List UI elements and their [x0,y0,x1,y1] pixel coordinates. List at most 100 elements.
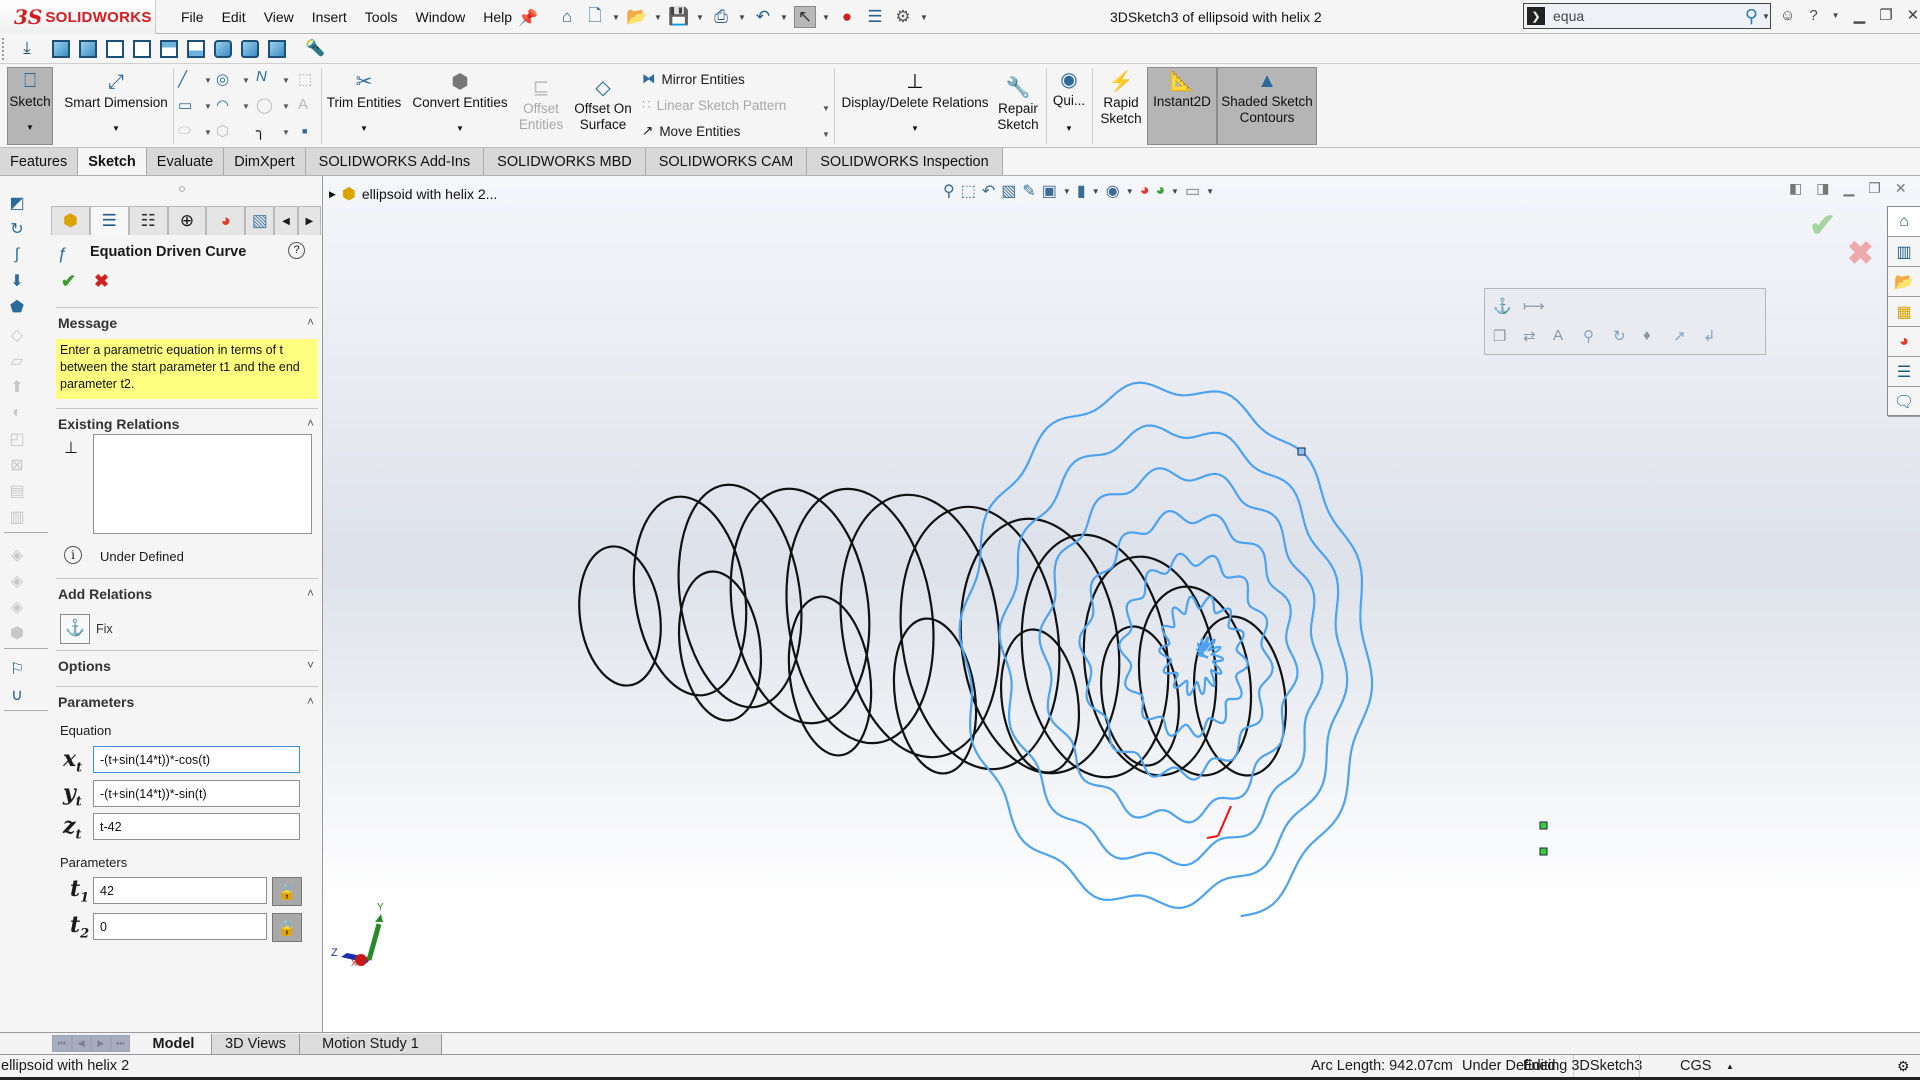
zoom-to-area-icon[interactable]: ⬚ [961,181,976,201]
extruded-surface-icon[interactable]: ⬆ [6,376,28,398]
message-header[interactable]: Message [58,315,117,331]
point-icon[interactable]: ■ [302,126,307,136]
file-explorer-icon[interactable]: 📂 [1888,267,1920,297]
viewport-close-icon[interactable]: ✕ [1895,180,1907,197]
collapse-existing-relations-icon[interactable]: ˄ [307,416,314,430]
apply-scene-icon[interactable]: ◕ [1155,182,1165,200]
display-manager-tab-icon[interactable]: ◕ [206,206,246,235]
tab-3d-views[interactable]: 3D Views [212,1034,300,1054]
ok-button[interactable]: ✔ [61,271,76,292]
tab-model[interactable]: Model [136,1034,212,1054]
edit-appearance-icon[interactable]: ◕ [1140,182,1150,200]
coincident-marker[interactable] [1539,847,1548,856]
forum-icon[interactable]: 🗨 [1888,387,1920,417]
new-document-icon[interactable]: 🗋 [584,6,606,28]
exit-sketch-icon[interactable]: ↲ [1703,327,1716,345]
menu-file[interactable]: File [172,9,213,25]
swept-boss-icon[interactable]: ∫ [6,244,28,266]
close-icon[interactable]: ✕ [1907,6,1920,24]
user-icon[interactable]: ☺ [1780,7,1795,24]
rapid-sketch-button[interactable]: ⚡ Rapid Sketch [1097,69,1145,127]
front-view-icon[interactable] [50,38,72,60]
cancel-button[interactable]: ✖ [94,271,109,292]
menu-view[interactable]: View [255,9,303,25]
t1-input[interactable] [93,877,267,904]
pattern-dropdown-icon[interactable]: ▼ [822,104,830,113]
smart-dimension-dropdown-icon[interactable]: ▼ [112,121,120,137]
smart-dimension-icon[interactable]: ⟼ [1523,297,1545,315]
configuration-manager-tab-icon[interactable]: ☷ [128,206,168,235]
units-menu-icon[interactable]: ▲ [1726,1062,1734,1071]
search-commands[interactable]: ❯ ⚲ ▼ [1523,3,1771,29]
print-dropdown-icon[interactable]: ▼ [738,13,746,22]
left-view-icon[interactable] [104,38,126,60]
trimetric-icon[interactable] [239,38,261,60]
search-icon[interactable]: ⚲ [1745,6,1758,27]
confirm-corner-ok-icon[interactable]: ✔ [1809,206,1836,244]
existing-relations-list[interactable] [93,434,312,534]
convert-construction-icon[interactable]: ⇄ [1523,327,1536,345]
boundary-boss-icon[interactable]: ◇ [6,324,28,346]
ellipse-icon[interactable]: ◯ [256,96,273,114]
pin-menu-icon[interactable]: 📌 [518,8,538,28]
menu-insert[interactable]: Insert [303,9,356,25]
text-icon[interactable]: A [298,96,308,113]
normal-to-icon[interactable]: ⤓ [16,38,38,60]
top-view-icon[interactable] [158,38,180,60]
confirm-corner-cancel-icon[interactable]: ✖ [1847,234,1874,272]
expand-options-icon[interactable]: ˅ [307,658,314,672]
tab-inspection[interactable]: SOLIDWORKS Inspection [807,148,1003,175]
help-icon[interactable]: ? [288,242,305,259]
slot-dropdown-icon[interactable]: ▼ [204,128,212,137]
arc-dropdown-icon[interactable]: ▼ [242,102,250,111]
next-tab-icon[interactable]: ▶ [92,1036,110,1051]
open-dropdown-icon[interactable]: ▼ [654,13,662,22]
display-delete-relations-button[interactable]: ⊥ Display/Delete Relations ▼ [840,69,990,137]
polygon-icon[interactable]: ⬡ [216,122,229,140]
solidworks-resources-icon[interactable]: ⌂ [1888,207,1920,237]
search-input[interactable] [1553,8,1745,24]
add-relations-header[interactable]: Add Relations [58,586,152,602]
back-view-icon[interactable] [77,38,99,60]
collapse-parameters-icon[interactable]: ˄ [307,694,314,708]
search-dropdown-icon[interactable]: ▼ [1762,12,1770,21]
move-dropdown-icon[interactable]: ▼ [822,130,830,139]
tabs-scroll-left-icon[interactable]: ◀ [274,206,298,235]
y-equation-input[interactable] [93,780,300,807]
dimetric-icon[interactable] [266,38,288,60]
tab-addins[interactable]: SOLIDWORKS Add-Ins [305,148,485,175]
viewport-minimize-icon[interactable]: ▁ [1843,180,1854,197]
relations-dropdown-icon[interactable]: ▼ [911,121,919,137]
swept-surface-icon[interactable]: ◰ [6,428,28,450]
tabs-scroll-right-icon[interactable]: ▶ [297,206,322,235]
quick-snaps-button[interactable]: ◉ Qui... ▼ [1050,67,1088,137]
unit-system[interactable]: CGS [1680,1058,1711,1074]
rectangle-icon[interactable]: ▭ [178,96,192,114]
tab-evaluate[interactable]: Evaluate [146,148,225,175]
save-icon[interactable]: 💾 [668,6,690,28]
circle-dropdown-icon[interactable]: ▼ [242,76,250,85]
toolbar-grip[interactable] [2,38,5,60]
view-orientation-icon[interactable]: ▣ [1042,181,1057,201]
part-name[interactable]: ellipsoid with helix 2... [362,186,497,202]
sketch-ring[interactable] [992,624,1087,777]
rebuild-icon[interactable]: ● [836,6,858,28]
spline-dropdown-icon[interactable]: ▼ [282,76,290,85]
knit-surface-icon[interactable]: ◈ [6,544,28,566]
save-dropdown-icon[interactable]: ▼ [696,13,704,22]
view-palette-icon[interactable]: ▦ [1888,297,1920,327]
line-dropdown-icon[interactable]: ▼ [204,76,212,85]
section-view-icon[interactable]: ▧ [1001,181,1016,201]
menu-help[interactable]: Help [474,9,521,25]
offset-on-surface-button[interactable]: ◇ Offset On Surface [570,75,636,133]
options-dropdown-icon[interactable]: ▼ [920,13,928,22]
view-settings-dropdown-icon[interactable]: ▼ [1206,187,1214,196]
undo-dropdown-icon[interactable]: ▼ [780,13,788,22]
sketch-ring[interactable] [885,613,986,779]
previous-view-icon[interactable]: ↶ [982,181,995,201]
slot-icon[interactable]: ⬭ [178,122,191,139]
minimize-icon[interactable]: ▁ [1854,6,1866,24]
dimxpert-manager-tab-icon[interactable]: ⊕ [167,206,207,235]
sketch-dropdown-icon[interactable]: ▼ [26,120,34,136]
sketch-ring[interactable] [824,484,1015,767]
